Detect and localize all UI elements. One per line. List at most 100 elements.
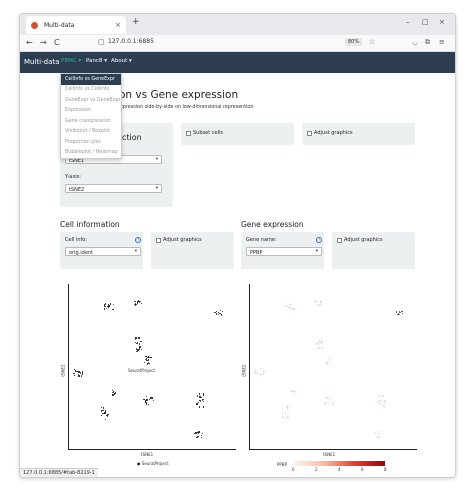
y-axis-label: Y-axis: [65,174,81,180]
app-brand[interactable]: Multi-data [24,58,59,66]
gene-expr-adjust-checkbox[interactable]: Adjust graphics [337,237,383,243]
scatter-point [329,360,331,363]
forward-icon[interactable]: → [40,38,47,47]
dropdown-item-violinplot[interactable]: Violinplot / Boxplot [61,127,121,138]
scatter-point [138,343,140,345]
scatter-point [254,372,256,374]
menu-panc8[interactable]: Panc8 ▾ [86,58,107,64]
scatter-point [106,415,108,417]
scatter-point [104,303,107,305]
tab-close-icon[interactable]: × [115,21,121,29]
dropdown-item-proportion-plot[interactable]: Proportion plot [61,137,121,148]
scatter-point [146,399,148,401]
dropdown-item-expression[interactable]: Expression [61,106,121,117]
scatter-point [80,375,83,377]
scatter-point [327,401,329,403]
scatter-point [284,417,286,419]
scatter-point [381,403,383,405]
dimred-title: ction [122,133,142,142]
chevron-down-icon: ▾ [315,249,318,254]
scatter-point [331,356,334,359]
browser-tab[interactable]: Multi-data × [26,16,126,34]
gene-name-select[interactable]: PPBP ▾ [246,247,322,256]
cell-info-select[interactable]: orig.ident ▾ [65,247,141,256]
scatter-point [147,356,149,359]
x-axis-title: tSNE1 [141,452,154,457]
scatter-point [292,307,294,309]
scatter-point [295,389,297,391]
scatter-point [381,433,383,435]
scatter-point [326,397,328,399]
scatter-point [195,432,197,434]
window-close-icon[interactable]: × [439,18,445,26]
page-title: on vs Gene expression [119,89,239,101]
page-subtitle: xpression side-by-side on low-dimensiona… [120,105,255,110]
scatter-point [401,310,403,313]
scatter-point [146,363,148,365]
adjust-graphics-checkbox[interactable]: Adjust graphics [307,130,353,136]
scatter-point [285,303,287,305]
scatter-point [145,358,148,360]
subset-cells-checkbox[interactable]: Subset cells [186,130,223,136]
scatter-point [284,305,286,308]
url-bar[interactable]: 127.0.0.1:6885 [108,38,154,45]
dropdown-item-cellinfo-vs-geneexpr[interactable]: CellInfo vs GeneExpr [61,74,121,85]
menu-pbmc[interactable]: PBMC ▾ [61,58,81,64]
scatter-point [375,432,377,435]
y-axis-select[interactable]: tSNE2 ▾ [65,184,162,193]
gene-expr-adjust-label: Adjust graphics [344,237,383,243]
window-minimize-icon[interactable]: – [406,18,410,26]
extensions-icon[interactable]: ⧉ [425,38,430,47]
legend-label: SeuratProject [141,461,169,466]
window-maximize-icon[interactable]: □ [422,18,429,26]
pocket-icon[interactable]: ◡ [412,38,418,46]
scatter-point [379,394,382,396]
new-tab-icon[interactable]: + [132,17,140,27]
scatter-point [255,370,257,372]
back-icon[interactable]: ← [26,38,33,47]
help-icon[interactable]: ? [135,237,141,243]
dropdown-item-gene-coexpression[interactable]: Gene coexpression [61,116,121,127]
zoom-level[interactable]: 80% [345,38,363,46]
scatter-point [136,348,138,350]
scatter-point [384,400,386,402]
scatter-point [220,314,223,316]
checkbox-icon [337,237,342,243]
chevron-down-icon: ▾ [155,186,158,191]
page-info-icon[interactable]: ▢ [98,38,105,46]
reload-icon[interactable]: C [54,38,60,47]
scatter-point [321,342,323,345]
scatter-point [321,348,324,350]
scatter-point [104,412,106,414]
x-axis-title: tSNE1 [323,452,336,457]
dropdown-item-geneexpr-vs-geneexpr[interactable]: GeneExpr vs GeneExpr [61,95,121,106]
cell-info-adjust-label: Adjust graphics [163,237,202,243]
tab-strip: Multi-data × + – □ × [20,14,455,35]
y-axis-line [249,284,250,449]
bookmark-star-icon[interactable]: ☆ [369,38,375,46]
scatter-point [199,393,201,395]
scatter-point [136,342,138,344]
scatter-point [100,406,102,409]
dropdown-item-cellinfo-vs-cellinfo[interactable]: CellInfo vs CellInfo [61,85,121,96]
menu-about[interactable]: About ▾ [111,58,132,64]
cell-info-adjust-checkbox[interactable]: Adjust graphics [156,237,202,243]
browser-window: Multi-data × + – □ × ← → C ▢ 127.0.0.1:6… [19,13,456,478]
app-navbar: Multi-data PBMC ▾ Panc8 ▾ About ▾ [20,52,455,73]
scatter-point [331,397,333,399]
help-icon[interactable]: ? [316,237,322,243]
subset-cells-label: Subset cells [193,130,223,136]
scatter-point [395,311,398,313]
scatter-point [378,404,380,406]
scatter-point [200,396,202,399]
scatter-point [330,362,333,365]
scatter-point [380,400,382,402]
scatter-point [150,357,152,359]
y-axis-line [68,284,69,449]
scatter-point [82,373,84,375]
dropdown-item-bubbleplot[interactable]: Bubbleplot / Heatmap [61,148,121,159]
scatter-point [382,405,384,407]
scatter-point [376,434,378,437]
menu-icon[interactable]: ≡ [439,38,445,46]
scatter-point [317,342,320,344]
